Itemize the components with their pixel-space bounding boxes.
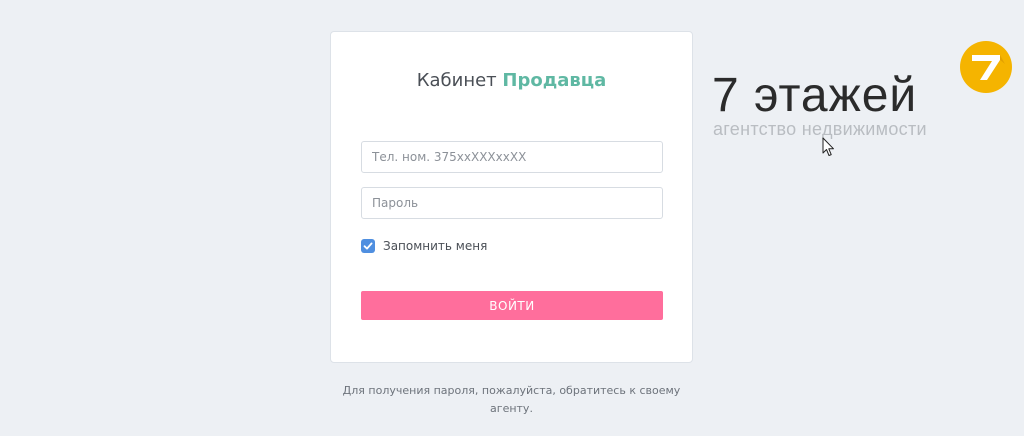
password-input[interactable]	[361, 187, 663, 219]
login-title-accent: Продавца	[502, 70, 607, 91]
seven-badge-icon	[960, 41, 1012, 93]
agency-logo: 7 этажей агентство недвижимости	[712, 40, 1012, 140]
login-title: Кабинет Продавца	[331, 70, 692, 92]
logo-name: 7 этажей	[712, 69, 918, 122]
remember-me[interactable]: Запомнить меня	[361, 238, 487, 254]
login-card: Кабинет Продавца Запомнить меня ВОЙТИ	[330, 31, 693, 363]
remember-checkbox[interactable]	[361, 239, 375, 253]
phone-input[interactable]	[361, 141, 663, 173]
password-hint: Для получения пароля, пожалуйста, обрати…	[342, 384, 681, 415]
remember-label: Запомнить меня	[383, 239, 488, 253]
checkmark-icon	[363, 242, 373, 250]
login-title-prefix: Кабинет	[416, 70, 497, 91]
mouse-cursor-icon	[822, 137, 834, 156]
login-button[interactable]: ВОЙТИ	[361, 291, 663, 320]
logo-tagline: агентство недвижимости	[713, 119, 927, 139]
